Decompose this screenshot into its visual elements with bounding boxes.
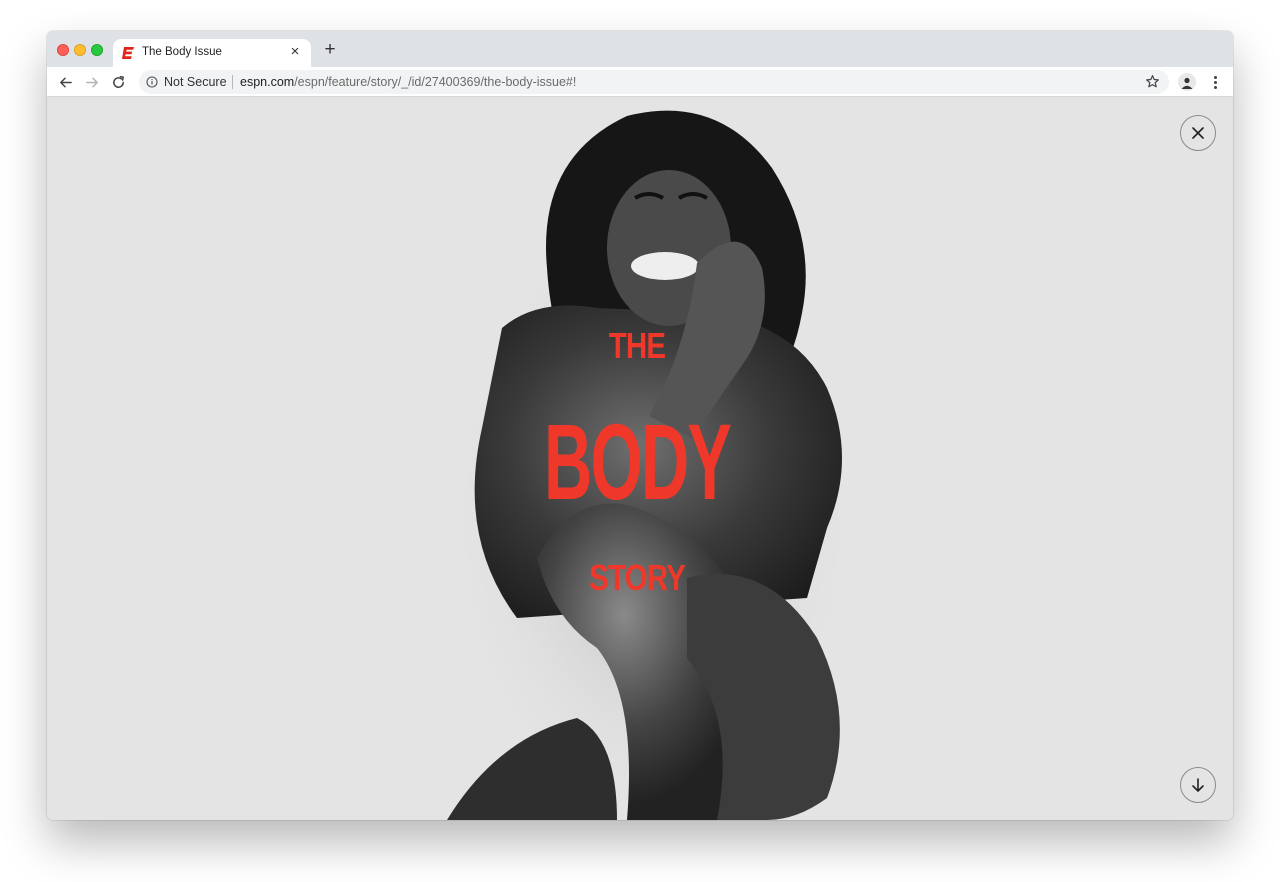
browser-window: The Body Issue × + Not Secure espn.com/e… (47, 31, 1233, 820)
browser-toolbar: Not Secure espn.com/espn/feature/story/_… (47, 67, 1233, 97)
browser-menu-button[interactable] (1207, 73, 1223, 91)
bookmark-star-icon[interactable] (1145, 74, 1160, 89)
back-button[interactable] (55, 72, 75, 92)
tab-close-button[interactable]: × (287, 44, 303, 60)
url-path: /espn/feature/story/_/id/27400369/the-bo… (294, 75, 577, 89)
profile-icon (1181, 77, 1193, 89)
tab-title: The Body Issue (142, 46, 222, 58)
headline-body: BODY (544, 401, 732, 522)
menu-dot (1213, 75, 1217, 79)
arrow-down-icon (1192, 778, 1204, 792)
new-tab-button[interactable]: + (321, 40, 339, 59)
espn-logo-icon (122, 47, 134, 59)
url-text[interactable]: espn.com/espn/feature/story/_/id/2740036… (240, 75, 576, 89)
close-icon (1192, 127, 1204, 139)
url-domain: espn.com (240, 75, 295, 89)
window-close-button[interactable] (57, 44, 69, 56)
security-status-label[interactable]: Not Secure (164, 75, 227, 89)
close-button[interactable] (1180, 115, 1216, 151)
reload-button[interactable] (108, 72, 128, 92)
menu-dot (1213, 85, 1217, 89)
tab-strip: The Body Issue × + (47, 31, 1233, 67)
page-content: THE BODY STORY (47, 98, 1233, 820)
menu-dot (1213, 80, 1217, 84)
window-zoom-button[interactable] (91, 44, 103, 56)
info-icon[interactable] (146, 76, 158, 88)
address-divider (232, 75, 233, 89)
arrow-left-icon (59, 77, 72, 87)
window-minimize-button[interactable] (74, 44, 86, 56)
reload-icon (112, 75, 124, 88)
profile-avatar[interactable] (1178, 73, 1196, 91)
headline-the: THE (608, 325, 666, 366)
arrow-right-icon (85, 77, 98, 87)
scroll-down-button[interactable] (1180, 767, 1216, 803)
address-bar[interactable]: Not Secure espn.com/espn/feature/story/_… (139, 70, 1169, 94)
forward-button[interactable] (82, 72, 102, 92)
headline-story: STORY (589, 557, 686, 598)
tab-the-body-issue[interactable]: The Body Issue × (113, 39, 311, 67)
